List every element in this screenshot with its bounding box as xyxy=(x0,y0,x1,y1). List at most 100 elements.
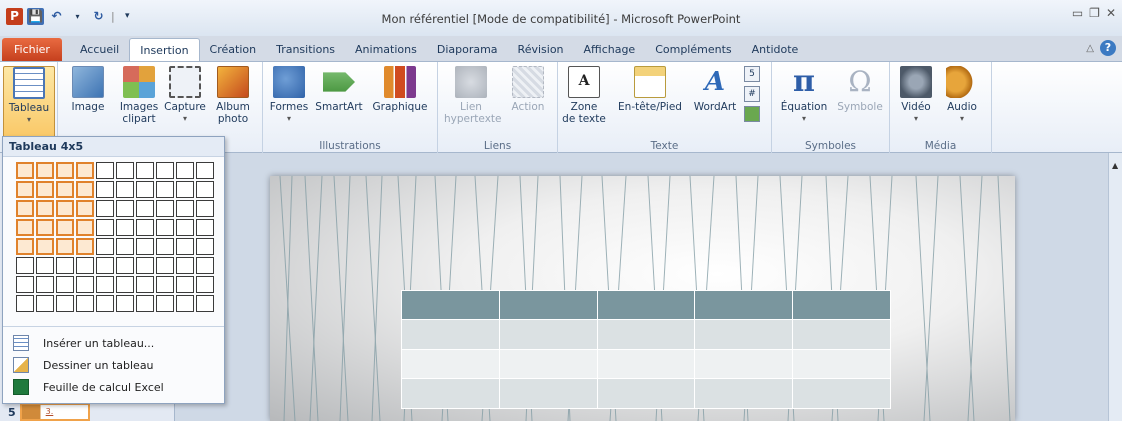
graphique-button[interactable]: Graphique xyxy=(369,66,431,113)
menu-item-inserer-tableau[interactable]: Insérer un tableau... xyxy=(3,332,224,354)
table-grid-cell[interactable] xyxy=(56,219,74,236)
table-grid-cell[interactable] xyxy=(76,257,94,274)
table-grid-cell[interactable] xyxy=(176,238,194,255)
slide-table[interactable] xyxy=(401,290,891,409)
album-photo-button[interactable]: Album photo xyxy=(210,66,256,125)
action-button[interactable]: Action xyxy=(506,66,550,113)
images-clipart-button[interactable]: Images clipart xyxy=(114,66,164,125)
table-grid-cell[interactable] xyxy=(196,238,214,255)
table-grid-cell[interactable] xyxy=(76,276,94,293)
table-grid-cell[interactable] xyxy=(36,181,54,198)
restore-icon[interactable]: ❐ xyxy=(1089,6,1100,20)
symbole-button[interactable]: Ω Symbole xyxy=(834,66,886,114)
slide-thumbnail-row[interactable]: 5 3. Encadrement xyxy=(0,403,90,421)
equation-button[interactable]: π Équation ▾ xyxy=(776,66,832,125)
tab-animations[interactable]: Animations xyxy=(345,38,427,62)
tab-complements[interactable]: Compléments xyxy=(645,38,741,62)
tab-transitions[interactable]: Transitions xyxy=(266,38,345,62)
table-grid-cell[interactable] xyxy=(36,276,54,293)
table-grid-cell[interactable] xyxy=(96,219,114,236)
table-grid-cell[interactable] xyxy=(116,181,134,198)
table-grid-cell[interactable] xyxy=(156,181,174,198)
table-grid-cell[interactable] xyxy=(56,181,74,198)
table-cell[interactable] xyxy=(792,348,891,379)
table-cell[interactable] xyxy=(596,319,696,350)
slide-number-icon[interactable]: # xyxy=(744,86,760,102)
table-grid-cell[interactable] xyxy=(196,257,214,274)
table-cell[interactable] xyxy=(401,378,500,409)
table-cell[interactable] xyxy=(596,348,696,379)
table-cell[interactable] xyxy=(401,319,500,350)
table-grid-cell[interactable] xyxy=(96,181,114,198)
zone-de-texte-button[interactable]: A Zone de texte xyxy=(562,66,606,125)
table-grid-cell[interactable] xyxy=(36,219,54,236)
table-grid-cell[interactable] xyxy=(116,238,134,255)
menu-item-feuille-excel[interactable]: Feuille de calcul Excel xyxy=(3,376,224,398)
table-grid-cell[interactable] xyxy=(96,238,114,255)
table-grid-cell[interactable] xyxy=(176,162,194,179)
table-cell[interactable] xyxy=(694,348,794,379)
table-grid-cell[interactable] xyxy=(96,295,114,312)
scroll-up-icon[interactable]: ▲ xyxy=(1112,161,1118,170)
table-grid-cell[interactable] xyxy=(56,238,74,255)
table-grid-cell[interactable] xyxy=(76,200,94,217)
table-grid-cell[interactable] xyxy=(16,276,34,293)
formes-button[interactable]: Formes ▾ xyxy=(269,66,309,125)
tab-accueil[interactable]: Accueil xyxy=(70,38,129,62)
table-grid-cell[interactable] xyxy=(96,162,114,179)
lien-hypertexte-button[interactable]: Lien hypertexte xyxy=(444,66,502,125)
table-grid-cell[interactable] xyxy=(156,219,174,236)
table-grid-cell[interactable] xyxy=(96,257,114,274)
date-time-icon[interactable]: 5 xyxy=(744,66,760,82)
table-grid-cell[interactable] xyxy=(176,257,194,274)
table-grid-cell[interactable] xyxy=(56,257,74,274)
table-cell[interactable] xyxy=(401,348,500,379)
table-grid-cell[interactable] xyxy=(196,181,214,198)
table-grid-cell[interactable] xyxy=(196,276,214,293)
table-grid-cell[interactable] xyxy=(76,181,94,198)
table-grid-cell[interactable] xyxy=(36,295,54,312)
table-grid-cell[interactable] xyxy=(136,219,154,236)
table-grid-cell[interactable] xyxy=(116,219,134,236)
table-grid-cell[interactable] xyxy=(36,238,54,255)
table-grid-cell[interactable] xyxy=(16,181,34,198)
table-grid-cell[interactable] xyxy=(136,276,154,293)
tab-revision[interactable]: Révision xyxy=(508,38,574,62)
table-cell[interactable] xyxy=(792,319,891,350)
table-grid-cell[interactable] xyxy=(196,162,214,179)
wordart-button[interactable]: A WordArt xyxy=(688,66,742,113)
table-grid-cell[interactable] xyxy=(36,200,54,217)
vertical-scrollbar[interactable]: ▲ xyxy=(1108,153,1122,421)
table-grid-cell[interactable] xyxy=(16,219,34,236)
table-grid-cell[interactable] xyxy=(16,200,34,217)
en-tete-pied-button[interactable]: En-tête/Pied xyxy=(612,66,688,113)
tab-diaporama[interactable]: Diaporama xyxy=(427,38,508,62)
table-cell[interactable] xyxy=(498,378,598,409)
table-cell[interactable] xyxy=(694,378,794,409)
table-grid-cell[interactable] xyxy=(176,295,194,312)
table-grid-cell[interactable] xyxy=(136,200,154,217)
table-grid-cell[interactable] xyxy=(96,200,114,217)
table-cell[interactable] xyxy=(498,290,598,320)
table-grid-cell[interactable] xyxy=(96,276,114,293)
object-icon[interactable] xyxy=(744,106,760,122)
table-grid-cell[interactable] xyxy=(16,238,34,255)
table-grid-cell[interactable] xyxy=(76,238,94,255)
table-grid-cell[interactable] xyxy=(156,238,174,255)
table-grid-cell[interactable] xyxy=(156,162,174,179)
table-grid-cell[interactable] xyxy=(176,276,194,293)
slide-thumbnail[interactable]: 3. Encadrement xyxy=(19,403,90,421)
table-cell[interactable] xyxy=(792,290,891,320)
table-grid-cell[interactable] xyxy=(156,295,174,312)
table-cell[interactable] xyxy=(596,290,696,320)
table-grid-cell[interactable] xyxy=(136,257,154,274)
table-cell[interactable] xyxy=(498,348,598,379)
tab-creation[interactable]: Création xyxy=(200,38,267,62)
video-button[interactable]: Vidéo ▾ xyxy=(896,66,936,125)
table-grid-cell[interactable] xyxy=(56,200,74,217)
table-cell[interactable] xyxy=(694,319,794,350)
minimize-ribbon-icon[interactable]: △ xyxy=(1086,43,1094,54)
table-grid-cell[interactable] xyxy=(76,295,94,312)
audio-button[interactable]: Audio ▾ xyxy=(942,66,982,125)
table-grid-cell[interactable] xyxy=(116,162,134,179)
